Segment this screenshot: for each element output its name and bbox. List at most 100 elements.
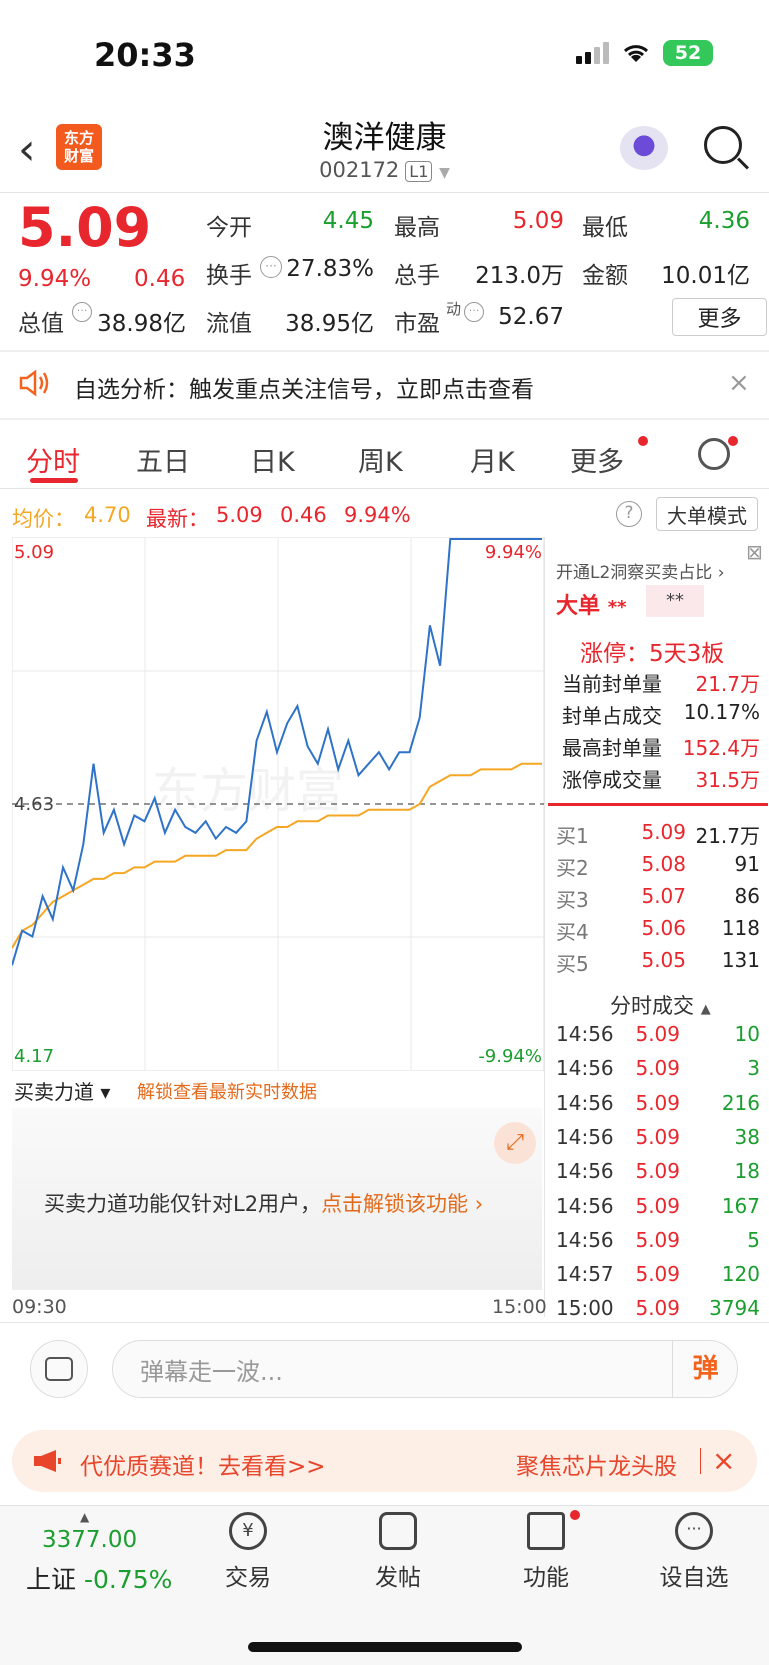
force-dropdown[interactable]: 买卖力道 ▾: [14, 1076, 110, 1105]
assistant-robot-icon[interactable]: [620, 126, 668, 170]
trade-price: 5.09: [635, 1262, 680, 1287]
y-min-label: 4.17: [14, 1046, 54, 1067]
stat-value: 10.17%: [683, 700, 760, 724]
grid-icon: [527, 1512, 565, 1550]
divider: [0, 350, 769, 352]
nav-add-watchlist[interactable]: ··· 设自选: [644, 1512, 744, 1592]
divider: [0, 488, 769, 489]
danmaku-placeholder: 弹幕走一波...: [140, 1358, 283, 1386]
trade-price: 5.09: [635, 1124, 680, 1149]
close-icon[interactable]: ×: [712, 1444, 735, 1477]
mktcap-value: 38.98亿: [97, 311, 186, 337]
edit-icon: [379, 1512, 417, 1550]
tab-5day[interactable]: 五日: [136, 440, 190, 479]
divider: [0, 418, 769, 420]
divider-red: [548, 803, 768, 806]
stat-label: 封单占成交: [562, 704, 662, 728]
turnover-value: 27.83%: [286, 256, 374, 282]
trade-volume: 5: [747, 1227, 760, 1252]
notification-dot: [728, 436, 738, 446]
nav-post[interactable]: 发帖: [348, 1512, 448, 1592]
help-icon[interactable]: ?: [616, 501, 642, 527]
bid-price: 5.05: [641, 948, 686, 972]
bid-volume: 91: [734, 852, 760, 876]
ref-price-label: 4.63: [14, 794, 54, 815]
tab-monthly-k[interactable]: 月K: [470, 440, 515, 479]
bid-price: 5.09: [641, 820, 686, 844]
bid-volume: 86: [734, 884, 760, 908]
time-start: 09:30: [12, 1296, 67, 1318]
trade-volume: 38: [734, 1124, 760, 1149]
trade-time: 15:00: [556, 1296, 614, 1321]
caret-up-icon: ▲: [80, 1510, 90, 1524]
limit-up-title: 涨停：5天3板: [580, 641, 725, 667]
volume-label: 总手: [394, 263, 440, 289]
tab-weekly-k[interactable]: 周K: [358, 440, 403, 479]
promo-text-2[interactable]: 聚焦芯片龙头股: [516, 1447, 677, 1481]
promo-text[interactable]: 代优质赛道！去看看>>: [80, 1447, 326, 1481]
latest-pct: 9.94%: [344, 503, 411, 527]
danmaku-send-button[interactable]: 弹: [672, 1340, 738, 1398]
wifi-icon: [623, 45, 649, 62]
info-dots-icon[interactable]: ···: [260, 256, 282, 278]
trade-time: 14:56: [556, 1227, 614, 1252]
volume-value: 213.0万: [475, 263, 564, 289]
locked-message[interactable]: 买卖力道功能仅针对L2用户，点击解锁该功能 ›: [44, 1188, 483, 1218]
tab-more[interactable]: 更多: [570, 440, 624, 479]
open-label: 今开: [206, 215, 252, 241]
stat-value: 31.5万: [695, 768, 760, 792]
unlock-link[interactable]: 点击解锁该功能 ›: [321, 1192, 483, 1216]
expand-icon[interactable]: ⤢: [494, 1122, 536, 1164]
pe-value: 52.67: [498, 304, 564, 330]
bid-label: 买5: [556, 952, 589, 976]
trades-title[interactable]: 分时成交 ▲: [610, 990, 711, 1020]
tab-daily-k[interactable]: 日K: [250, 440, 295, 479]
trade-price: 5.09: [635, 1193, 680, 1218]
analysis-banner[interactable]: 自选分析：触发重点关注信号，立即点击查看: [74, 370, 534, 404]
avg-value: 4.70: [84, 503, 131, 527]
close-icon[interactable]: ×: [728, 368, 750, 398]
tab-intraday[interactable]: 分时: [26, 440, 80, 479]
divider: [0, 1322, 769, 1323]
trade-time: 14:56: [556, 1193, 614, 1218]
gear-icon[interactable]: [698, 438, 730, 470]
pe-sup: 动: [446, 300, 462, 318]
speaker-icon: [19, 369, 49, 397]
y-max-label: 5.09: [14, 542, 54, 563]
notification-dot: [570, 1510, 580, 1520]
status-time: 20:33: [94, 36, 196, 74]
home-indicator: [248, 1642, 522, 1652]
more-button[interactable]: 更多: [672, 298, 767, 336]
signal-icon: [576, 42, 609, 64]
big-order-label: 大单 **: [556, 594, 627, 619]
amount-value: 10.01亿: [661, 263, 750, 289]
nav-trade[interactable]: ¥ 交易: [198, 1512, 298, 1592]
trade-price: 5.09: [635, 1022, 680, 1046]
time-end: 15:00: [492, 1296, 547, 1318]
trade-time: 14:56: [556, 1159, 614, 1184]
stat-label: 最高封单量: [562, 736, 662, 760]
info-dots-icon[interactable]: ···: [464, 302, 484, 322]
turnover-label: 换手: [206, 263, 252, 289]
big-order-value: **: [646, 585, 704, 617]
cursor: [700, 1448, 701, 1474]
trade-price: 5.09: [635, 1227, 680, 1252]
pe-label: 市盈: [394, 311, 440, 337]
index-value[interactable]: 3377.00: [42, 1527, 137, 1553]
close-icon[interactable]: ⊠: [746, 540, 763, 564]
l2-upgrade-link[interactable]: 开通L2洞察买卖占比 ›: [556, 558, 725, 583]
intraday-chart[interactable]: 东方财富 5.09 4.63 4.17 9.94% -9.94%: [12, 537, 544, 1071]
bid-price: 5.07: [641, 884, 686, 908]
index-label[interactable]: 上证 -0.75%: [26, 1560, 172, 1596]
trade-time: 14:56: [556, 1090, 614, 1115]
search-icon[interactable]: [704, 126, 742, 164]
avg-label: 均价：: [12, 507, 75, 531]
megaphone-icon: [34, 1450, 61, 1472]
trade-volume: 120: [721, 1262, 760, 1287]
unlock-note[interactable]: 解锁查看最新实时数据: [137, 1078, 317, 1104]
nav-functions[interactable]: 功能: [496, 1512, 596, 1592]
big-order-mode-button[interactable]: 大单模式: [656, 497, 758, 531]
danmaku-settings-icon[interactable]: [30, 1340, 88, 1398]
bid-price: 5.06: [641, 916, 686, 940]
divider: [0, 192, 769, 193]
